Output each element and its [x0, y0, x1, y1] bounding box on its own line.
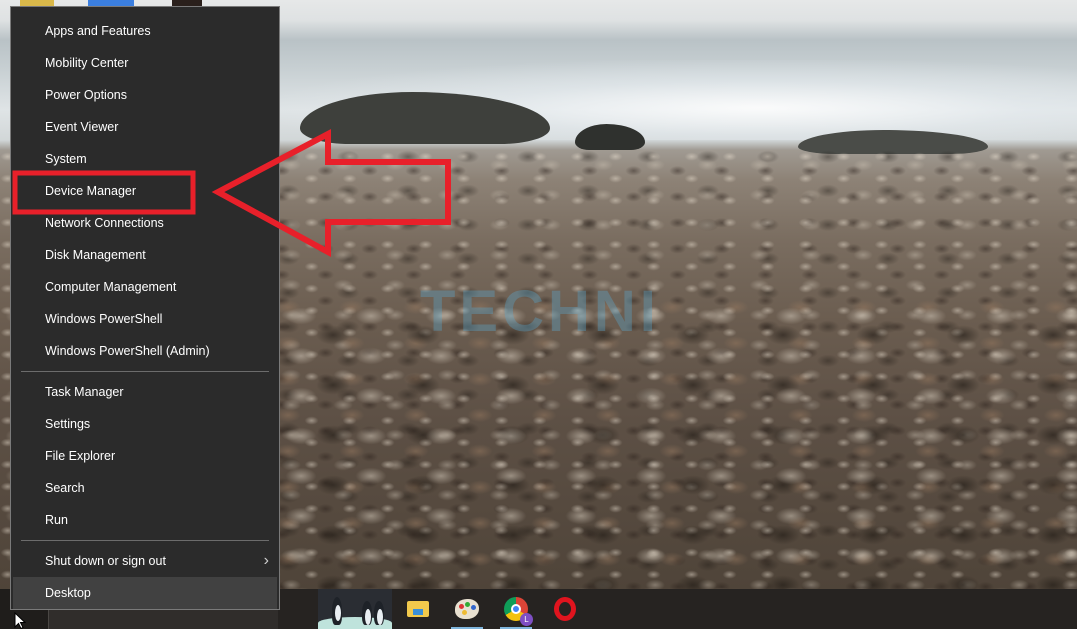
menu-item-label: Network Connections	[45, 216, 164, 230]
menu-item-event-viewer[interactable]: Event Viewer	[11, 111, 279, 143]
menu-item-desktop[interactable]: Desktop	[13, 577, 277, 609]
menu-item-apps-and-features[interactable]: Apps and Features	[11, 15, 279, 47]
menu-item-label: Desktop	[45, 586, 91, 600]
folder-icon	[407, 601, 429, 617]
menu-item-shut-down-or-sign-out[interactable]: Shut down or sign out ›	[11, 545, 279, 577]
watermark: TECHNI	[420, 279, 660, 344]
menu-item-power-options[interactable]: Power Options	[11, 79, 279, 111]
mouse-cursor-icon	[14, 612, 26, 629]
chevron-right-icon: ›	[263, 552, 269, 569]
chrome-icon: L	[504, 597, 533, 626]
penguin-icon	[332, 597, 342, 625]
taskbar-widget-thumbnail[interactable]	[318, 589, 392, 629]
menu-item-device-manager[interactable]: Device Manager	[11, 175, 279, 207]
menu-item-system[interactable]: System	[11, 143, 279, 175]
menu-item-computer-management[interactable]: Computer Management	[11, 271, 279, 303]
power-user-menu: Apps and Features Mobility Center Power …	[10, 6, 280, 610]
menu-item-label: System	[45, 152, 87, 166]
menu-item-label: Mobility Center	[45, 56, 129, 70]
menu-item-label: Shut down or sign out	[45, 554, 166, 568]
taskbar-app-file-explorer[interactable]	[398, 589, 438, 629]
menu-item-run[interactable]: Run	[11, 504, 279, 536]
menu-item-label: Search	[45, 481, 85, 495]
menu-item-network-connections[interactable]: Network Connections	[11, 207, 279, 239]
menu-item-windows-powershell-admin[interactable]: Windows PowerShell (Admin)	[11, 335, 279, 367]
menu-item-task-manager[interactable]: Task Manager	[11, 376, 279, 408]
menu-item-label: Device Manager	[45, 184, 137, 198]
menu-item-search[interactable]: Search	[11, 472, 279, 504]
taskbar-app-opera[interactable]	[545, 589, 585, 629]
menu-item-file-explorer[interactable]: File Explorer	[11, 440, 279, 472]
menu-item-label: Computer Management	[45, 280, 177, 294]
menu-item-label: Apps and Features	[45, 24, 151, 38]
menu-item-label: Power Options	[45, 88, 127, 102]
menu-item-label: Disk Management	[45, 248, 146, 262]
menu-item-label: Task Manager	[45, 385, 124, 399]
taskbar-app-paint[interactable]	[447, 589, 487, 629]
menu-group-admin-tools: Apps and Features Mobility Center Power …	[11, 15, 279, 367]
opera-icon	[554, 597, 576, 621]
menu-item-windows-powershell[interactable]: Windows PowerShell	[11, 303, 279, 335]
menu-item-label: Windows PowerShell (Admin)	[45, 344, 210, 358]
menu-separator	[21, 371, 269, 372]
menu-item-label: Event Viewer	[45, 120, 119, 134]
menu-group-session: Shut down or sign out › Desktop	[11, 545, 279, 609]
menu-item-label: Run	[45, 513, 68, 527]
menu-item-disk-management[interactable]: Disk Management	[11, 239, 279, 271]
penguin-icon	[374, 601, 384, 625]
taskbar-app-chrome[interactable]: L	[496, 589, 536, 629]
menu-item-label: Windows PowerShell	[45, 312, 163, 326]
menu-item-mobility-center[interactable]: Mobility Center	[11, 47, 279, 79]
profile-badge: L	[520, 613, 533, 626]
menu-item-label: Settings	[45, 417, 91, 431]
menu-group-system-tools: Task Manager Settings File Explorer Sear…	[11, 376, 279, 536]
paint-palette-icon	[455, 599, 479, 619]
menu-item-settings[interactable]: Settings	[11, 408, 279, 440]
menu-separator	[21, 540, 269, 541]
penguin-icon	[362, 601, 372, 625]
menu-item-label: File Explorer	[45, 449, 116, 463]
